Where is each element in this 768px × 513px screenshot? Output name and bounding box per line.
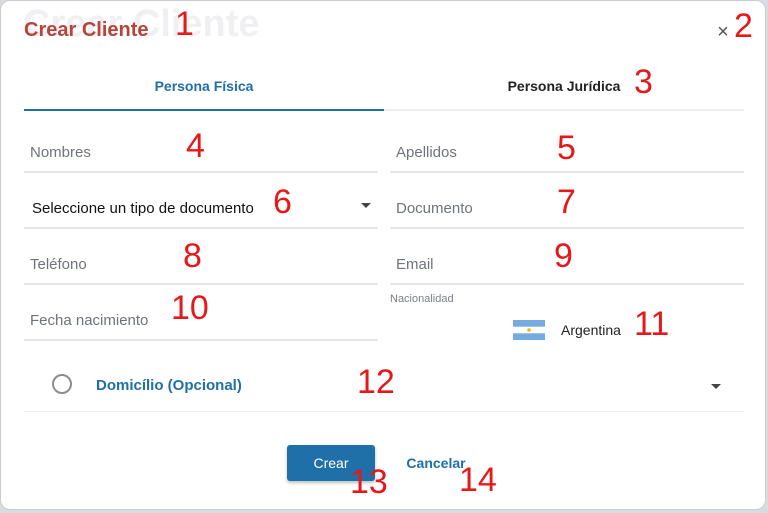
domicilio-label: Domicílio (Opcional) [96,377,242,394]
annotation-8: 8 [183,237,202,275]
annotation-4: 4 [186,127,205,165]
annotation-9: 9 [554,237,573,275]
tipo-documento-select[interactable]: Seleccione un tipo de documento [24,183,378,229]
close-icon[interactable]: × [714,21,732,43]
annotation-1: 1 [175,5,194,43]
email-placeholder: Email [396,256,434,273]
annotation-12: 12 [357,363,395,401]
telefono-placeholder: Teléfono [30,256,87,273]
annotation-3: 3 [634,63,653,101]
nombres-placeholder: Nombres [30,144,91,161]
annotation-10: 10 [171,289,209,327]
nacionalidad-value[interactable]: Argentina [561,322,621,338]
caret-down-icon [361,203,371,208]
annotation-13: 13 [350,463,388,501]
annotation-14: 14 [459,461,497,499]
annotation-5: 5 [557,129,576,167]
annotation-6: 6 [273,183,292,221]
argentina-flag-icon[interactable] [513,320,545,340]
dialog-title: Crear Cliente [24,19,149,41]
radio-button[interactable] [52,374,72,394]
tab-persona-juridica[interactable]: Persona Jurídica [384,63,744,111]
documento-placeholder: Documento [396,200,473,217]
crear-cliente-dialog: Crear Cliente Crear Cliente × Persona Fí… [0,0,766,510]
tipo-documento-value: Seleccione un tipo de documento [32,200,254,217]
nacionalidad-label: Nacionalidad [390,293,454,305]
apellidos-placeholder: Apellidos [396,144,457,161]
annotation-11: 11 [634,305,670,343]
caret-down-icon[interactable] [711,384,721,389]
tab-persona-fisica[interactable]: Persona Física [24,63,384,111]
fecha-nacimiento-placeholder: Fecha nacimiento [30,312,149,329]
annotation-2: 2 [734,7,753,45]
annotation-7: 7 [557,183,576,221]
